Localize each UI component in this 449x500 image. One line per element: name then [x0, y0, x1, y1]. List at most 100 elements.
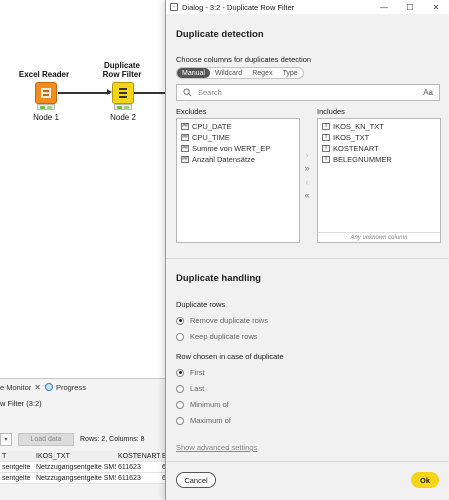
excel-reader-node[interactable] [35, 82, 57, 104]
radio-label: Keep duplicate rows [190, 332, 258, 341]
maximize-icon[interactable]: ☐ [397, 0, 423, 14]
list-item-label: BELEGNUMMER [333, 155, 392, 164]
radio-minimum[interactable]: Minimum of [176, 400, 229, 409]
mode-regex[interactable]: Regex [247, 68, 277, 78]
search-placeholder: Search [198, 88, 222, 97]
search-input[interactable]: Search Aa [176, 84, 440, 101]
cancel-button[interactable]: Cancel [176, 472, 216, 488]
monitor-toolbar: ▾ Load data Rows: 2, Columns: 8 [0, 432, 145, 446]
chevron-down-icon[interactable]: ▾ [0, 432, 12, 446]
radio-label: Remove duplicate rows [190, 316, 268, 325]
radio-icon [176, 400, 184, 409]
ok-button[interactable]: Ok [411, 472, 439, 488]
duplicate-row-filter-node[interactable] [112, 82, 134, 104]
progress-icon [44, 383, 53, 391]
radio-first[interactable]: First [176, 368, 205, 377]
radio-maximum[interactable]: Maximum of [176, 416, 231, 425]
data-table: T IKOS_TXT KOSTENART B sentgelte Netzzug… [0, 451, 168, 484]
number-type-icon: ## [181, 145, 189, 152]
rows-info: Rows: 2, Columns: 8 [80, 435, 145, 443]
list-item-label: Anzahl Datensätze [192, 155, 255, 164]
list-item[interactable]: T KOSTENART [318, 143, 440, 154]
connection-line-out [134, 92, 165, 94]
close-icon[interactable]: ✕ [34, 383, 41, 392]
list-item-label: KOSTENART [333, 144, 379, 153]
excel-icon [41, 88, 51, 98]
excludes-label: Excludes [176, 107, 207, 116]
radio-icon [176, 416, 184, 425]
column-header[interactable]: KOSTENART [116, 453, 160, 460]
table-row[interactable]: sentgelte Netzzugangsentgelte SMS 611623… [0, 462, 168, 473]
connection-line [58, 92, 110, 94]
any-unknown-column[interactable]: Any unknown column [318, 232, 440, 242]
list-item[interactable]: T BELEGNUMMER [318, 154, 440, 165]
radio-label: Last [190, 384, 205, 393]
close-window-icon[interactable]: ✕ [423, 0, 449, 14]
table-cell: 611623 [118, 474, 141, 482]
minimize-icon[interactable]: — [371, 0, 397, 14]
load-data-button[interactable]: Load data [18, 432, 74, 446]
duplicate-detection-heading: Duplicate detection [176, 29, 264, 40]
table-cell: Netzzugangsentgelte SMS [36, 463, 116, 471]
radio-remove-duplicates[interactable]: Remove duplicate rows [176, 316, 268, 325]
column-header[interactable]: IKOS_TXT [34, 453, 116, 460]
radio-last[interactable]: Last [176, 384, 204, 393]
tab-progress-label: Progress [55, 382, 86, 392]
radio-keep-duplicates[interactable]: Keep duplicate rows [176, 332, 258, 341]
excludes-list[interactable]: ## CPU_DATE ## CPU_TIME ## Summe von WERT_E… [176, 118, 300, 243]
filter-icon [119, 88, 127, 98]
radio-label: Maximum of [190, 416, 231, 425]
show-advanced-settings-link[interactable]: Show advanced settings [176, 443, 257, 452]
includes-label: Includes [317, 107, 345, 116]
node-2-title: Duplicate Row Filter [102, 61, 142, 79]
dialog-footer: Cancel Ok [166, 461, 449, 500]
node-1-label: Node 1 [33, 113, 59, 122]
mode-wildcard[interactable]: Wildcard [210, 68, 247, 78]
number-type-icon: ## [181, 156, 189, 163]
choose-columns-label: Choose columns for duplicates detection [176, 55, 312, 64]
move-all-left-icon[interactable]: « [302, 190, 312, 200]
mode-type[interactable]: Type [277, 68, 302, 78]
string-type-icon: T [322, 134, 330, 141]
list-item[interactable]: T IKOS_TXT [318, 132, 440, 143]
list-item[interactable]: T IKOS_KN_TXT [318, 121, 440, 132]
tab-progress[interactable]: Progress [44, 382, 86, 392]
list-item-label: IKOS_TXT [333, 133, 370, 142]
window-controls: — ☐ ✕ [371, 0, 449, 14]
list-item-label: Summe von WERT_EP [192, 144, 271, 153]
tab-node-monitor[interactable]: e Monitor ✕ [0, 383, 41, 392]
duplicate-rows-label: Duplicate rows [176, 300, 226, 309]
column-header[interactable]: T [0, 453, 34, 460]
duplicate-handling-heading: Duplicate handling [176, 273, 261, 284]
search-icon [183, 88, 192, 97]
string-type-icon: T [322, 156, 330, 163]
dialog-titlebar[interactable]: ▫ Dialog - 3:2 - Duplicate Row Filter — … [166, 0, 449, 14]
list-item-label: IKOS_KN_TXT [333, 122, 384, 131]
selected-node-label: w Filter (3:2) [0, 399, 42, 408]
case-sensitive-toggle[interactable]: Aa [423, 88, 433, 97]
list-item[interactable]: ## Summe von WERT_EP [177, 143, 299, 154]
list-item-label: CPU_TIME [192, 133, 230, 142]
table-cell: sentgelte [2, 463, 31, 471]
table-row[interactable]: sentgelte Netzzugangsentgelte SMS 611623… [0, 473, 168, 484]
list-item[interactable]: ## CPU_TIME [177, 132, 299, 143]
move-right-icon[interactable]: › [302, 150, 312, 160]
table-header: T IKOS_TXT KOSTENART B [0, 451, 168, 462]
node-1-status [37, 104, 55, 110]
list-item[interactable]: ## CPU_DATE [177, 121, 299, 132]
radio-label: Minimum of [190, 400, 229, 409]
string-type-icon: T [322, 145, 330, 152]
radio-icon [176, 384, 184, 393]
selection-mode-switch: Manual Wildcard Regex Type [176, 67, 304, 79]
move-all-right-icon[interactable]: » [302, 163, 312, 173]
node-2-label: Node 2 [110, 113, 136, 122]
includes-list[interactable]: T IKOS_KN_TXT T IKOS_TXT T KOSTENART T BELEG… [317, 118, 441, 243]
tab-node-monitor-label: e Monitor [0, 382, 32, 392]
mode-manual[interactable]: Manual [177, 68, 210, 78]
radio-label: First [190, 368, 205, 377]
dialog-icon: ▫ [170, 3, 178, 11]
list-item[interactable]: ## Anzahl Datensätze [177, 154, 299, 165]
move-left-icon[interactable]: ‹ [302, 177, 312, 187]
number-type-icon: ## [181, 123, 189, 130]
table-cell: Netzzugangsentgelte SMS [36, 474, 116, 482]
